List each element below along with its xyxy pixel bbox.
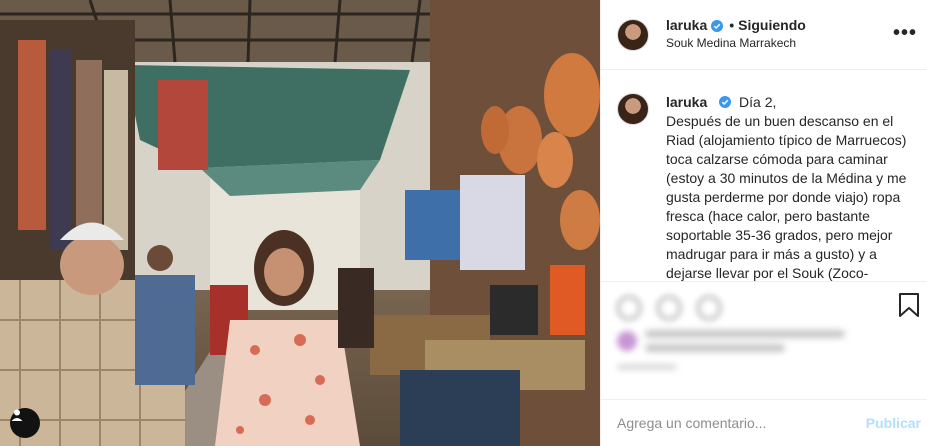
comments-area: laruka Día 2, Después de un buen descans… xyxy=(601,71,927,281)
heart-icon[interactable] xyxy=(617,296,641,320)
timestamp-placeholder xyxy=(601,352,927,370)
more-options-icon[interactable]: ••• xyxy=(893,23,917,43)
post-side-panel: laruka • Siguiendo Souk Medina Marrakech… xyxy=(600,0,927,446)
likes-text-placeholder xyxy=(645,330,845,352)
verified-badge-icon xyxy=(719,96,732,108)
separator-dot: • xyxy=(729,17,735,33)
location-link[interactable]: Souk Medina Marrakech xyxy=(666,35,806,52)
likes-row xyxy=(601,326,927,352)
market-scene-illustration xyxy=(0,0,600,446)
avatar[interactable] xyxy=(617,18,649,51)
post-header: laruka • Siguiendo Souk Medina Marrakech… xyxy=(601,0,927,70)
comment-bar: Publicar xyxy=(601,399,927,446)
comment-icon[interactable] xyxy=(657,296,681,320)
bookmark-icon[interactable] xyxy=(898,292,920,318)
comment-input[interactable] xyxy=(617,415,866,431)
following-button[interactable]: Siguiendo xyxy=(738,17,806,34)
likes-avatar xyxy=(617,331,637,351)
caption-avatar[interactable] xyxy=(617,93,649,125)
share-icon[interactable] xyxy=(697,296,721,320)
header-text: laruka • Siguiendo Souk Medina Marrakech xyxy=(666,17,806,52)
header-row: laruka • Siguiendo xyxy=(666,17,806,34)
blurred-actions xyxy=(601,282,927,370)
caption-text: Día 2, Después de un buen descanso en el… xyxy=(666,94,907,281)
verified-badge-icon xyxy=(711,19,724,32)
username-link[interactable]: laruka xyxy=(666,17,707,34)
publish-button[interactable]: Publicar xyxy=(866,415,921,431)
caption-body: laruka Día 2, Después de un buen descans… xyxy=(666,93,912,281)
person-glyph xyxy=(11,409,23,421)
post-photo[interactable] xyxy=(0,0,600,446)
caption: laruka Día 2, Después de un buen descans… xyxy=(601,71,927,281)
caption-username[interactable]: laruka xyxy=(666,94,707,110)
post-actions xyxy=(601,281,927,391)
action-icons xyxy=(601,282,927,326)
user-tag-icon[interactable] xyxy=(10,408,40,438)
